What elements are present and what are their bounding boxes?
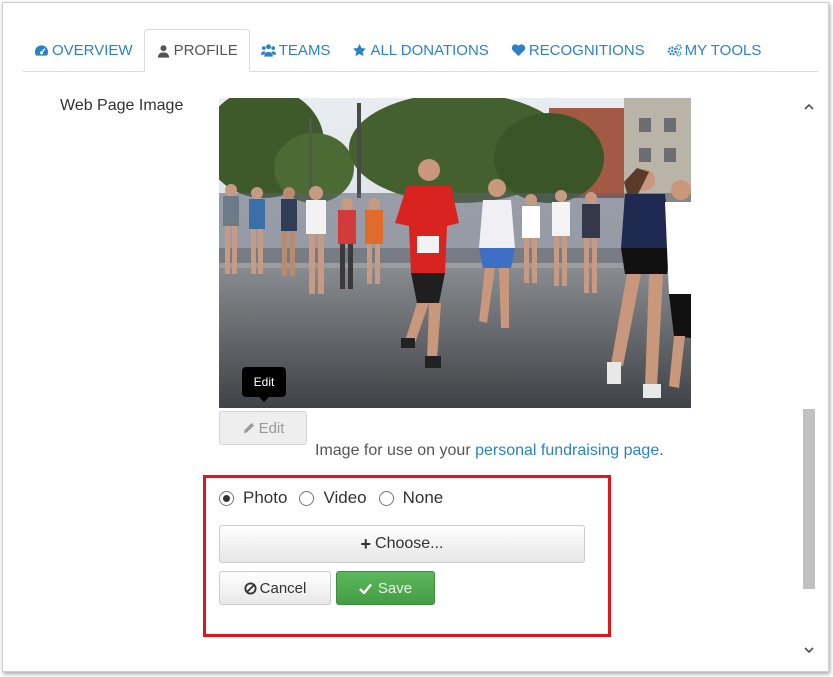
help-text-suffix: . (659, 442, 664, 459)
radio-none-label: None (402, 488, 444, 507)
choose-file-button[interactable]: + Choose... (219, 525, 585, 563)
radio-photo-label: Photo (243, 488, 288, 507)
tab-all-donations-label: ALL DONATIONS (370, 41, 489, 59)
scroll-down-button[interactable] (800, 641, 818, 659)
tab-teams-label: TEAMS (278, 41, 331, 59)
radio-photo[interactable]: Photo (219, 488, 287, 508)
star-icon (352, 43, 368, 57)
scroll-thumb[interactable] (803, 409, 815, 589)
profile-tabs: OVERVIEW PROFILE TEAMS ALL DONATIONS REC… (23, 29, 818, 72)
heart-icon (511, 43, 527, 57)
radio-none-button[interactable] (378, 490, 394, 506)
user-icon (156, 44, 172, 58)
chevron-down-icon (804, 646, 814, 653)
ban-icon (244, 581, 257, 595)
plus-icon: + (360, 533, 372, 554)
tab-recognitions[interactable]: RECOGNITIONS (500, 29, 656, 71)
tab-my-tools[interactable]: MY TOOLS (656, 29, 773, 71)
radio-photo-button[interactable] (219, 490, 234, 506)
tab-all-donations[interactable]: ALL DONATIONS (341, 29, 499, 71)
choose-file-label: Choose... (375, 535, 444, 552)
tab-my-tools-label: MY TOOLS (684, 41, 762, 59)
check-icon (359, 583, 372, 594)
scroll-up-button[interactable] (800, 97, 818, 115)
save-label: Save (377, 579, 413, 597)
media-type-radio-group: Photo Video None (219, 488, 455, 508)
cogs-icon (667, 43, 683, 57)
radio-video-label: Video (323, 488, 367, 507)
radio-video-button[interactable] (299, 490, 315, 506)
users-icon (260, 43, 277, 57)
tab-profile-label: PROFILE (173, 42, 238, 59)
chevron-up-icon (804, 103, 814, 110)
tab-recognitions-label: RECOGNITIONS (528, 41, 645, 59)
pencil-icon (243, 423, 254, 433)
radio-none[interactable]: None (378, 488, 444, 508)
tab-overview-label: OVERVIEW (52, 41, 133, 59)
edit-tooltip: Edit (242, 367, 286, 402)
help-text-prefix: Image for use on your (315, 442, 476, 459)
tab-profile[interactable]: PROFILE (143, 29, 250, 72)
radio-video[interactable]: Video (299, 488, 367, 508)
cancel-button[interactable]: Cancel (219, 571, 331, 605)
web-page-image-label: Web Page Image (60, 97, 184, 114)
edit-image-label: Edit (258, 419, 285, 437)
save-button[interactable]: Save (336, 571, 435, 605)
profile-panel: OVERVIEW PROFILE TEAMS ALL DONATIONS REC… (2, 2, 829, 672)
tab-teams[interactable]: TEAMS (250, 29, 342, 71)
tab-overview[interactable]: OVERVIEW (23, 29, 144, 71)
web-page-image-photo (219, 98, 691, 408)
personal-fundraising-page-link[interactable]: personal fundraising page (475, 442, 659, 459)
vertical-scrollbar[interactable] (800, 97, 818, 659)
cancel-label: Cancel (259, 579, 307, 597)
edit-image-button[interactable]: Edit (219, 411, 307, 445)
dashboard-icon (34, 43, 50, 57)
image-help-text: Image for use on your personal fundraisi… (315, 442, 664, 460)
